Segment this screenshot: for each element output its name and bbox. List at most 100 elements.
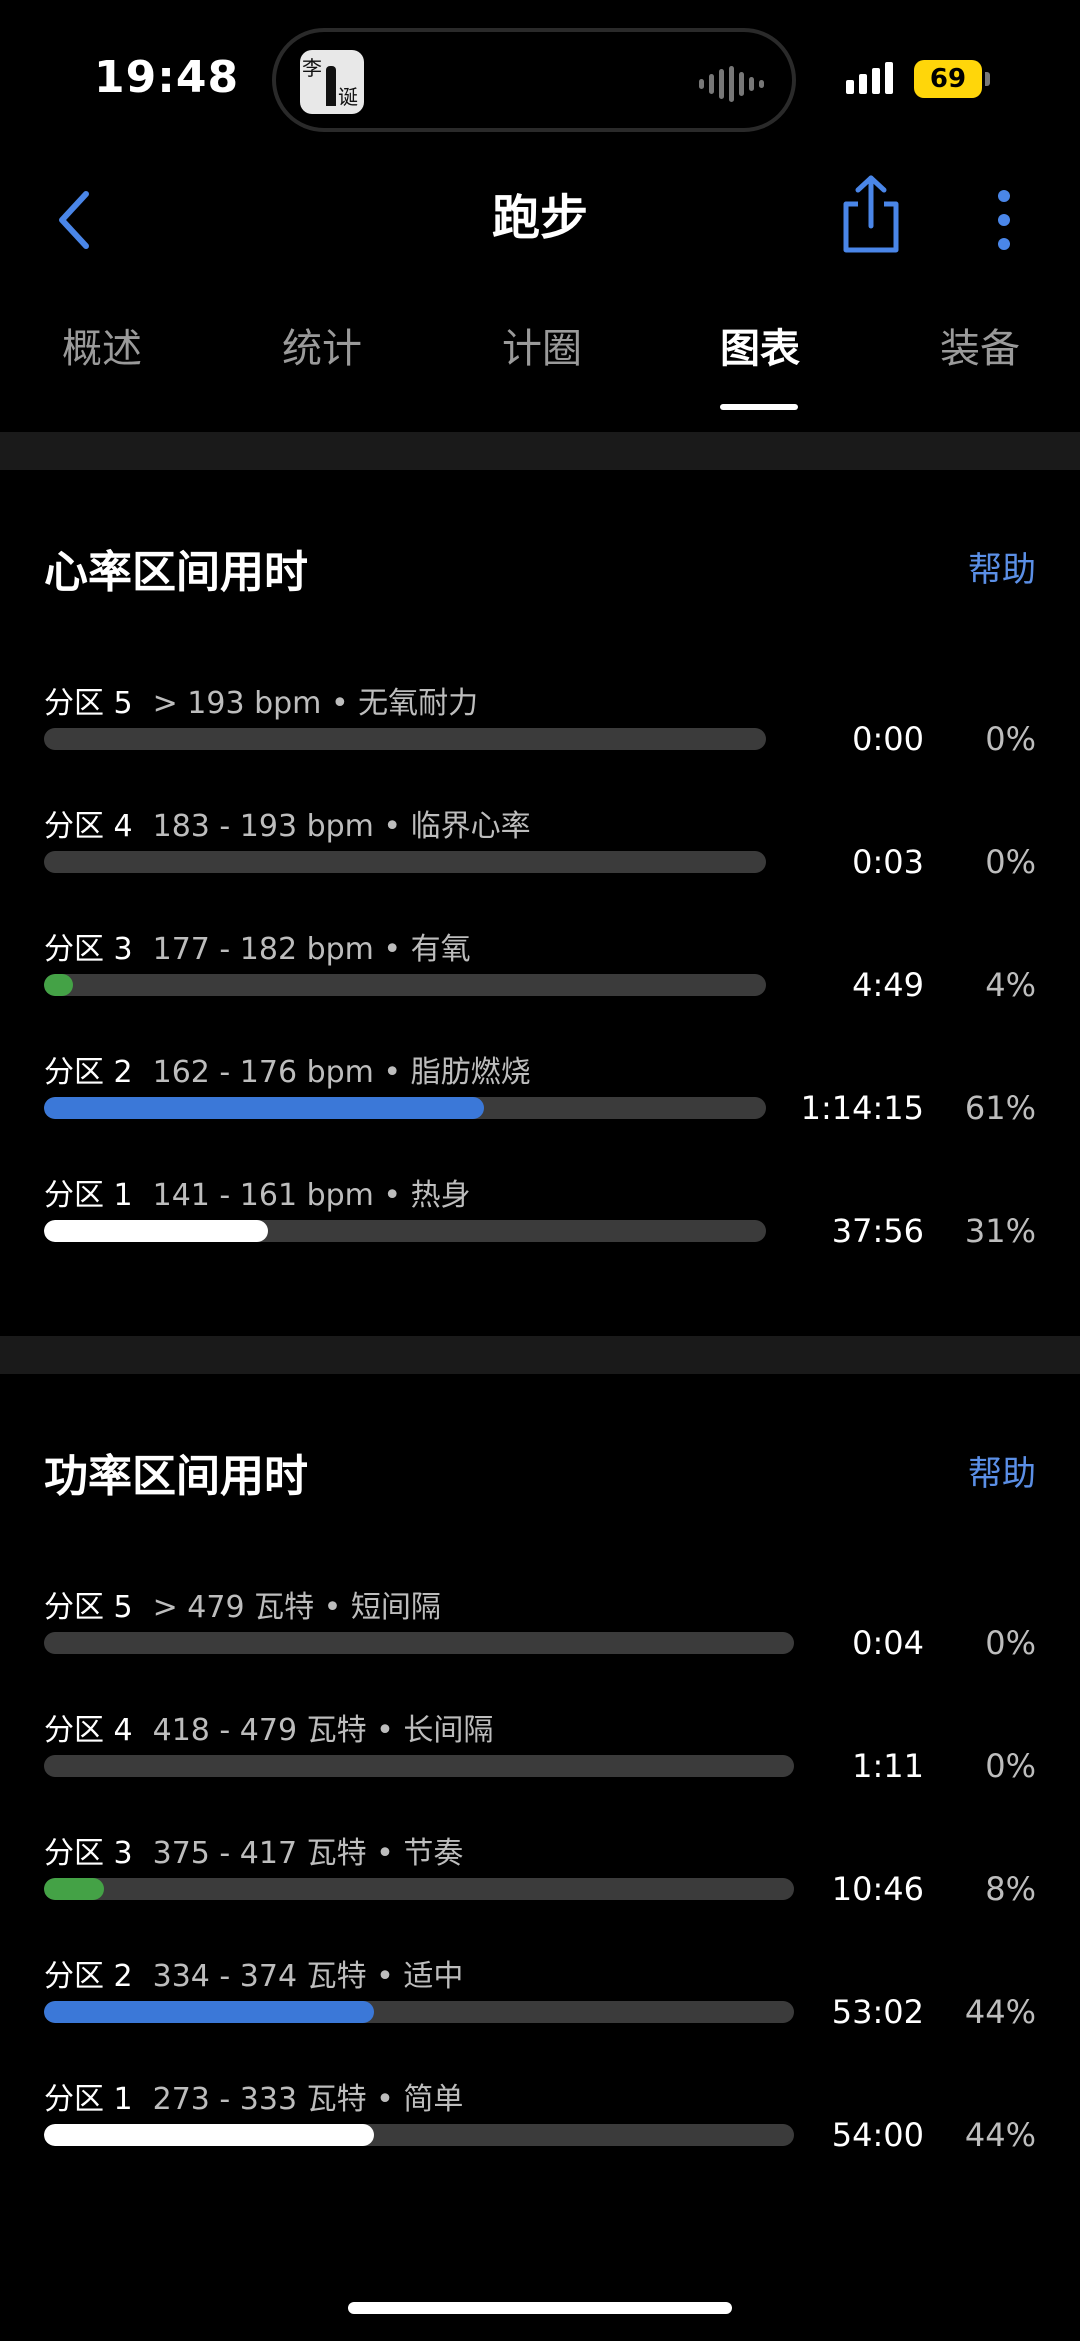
zone-percent: 44% xyxy=(964,1993,1036,2031)
zone-progress-track xyxy=(44,1097,766,1119)
nav-bar: 跑步 xyxy=(0,160,1080,280)
audio-waveform-icon xyxy=(699,66,764,102)
zone-row: 分区 3 177 - 182 bpm • 有氧 4:49 4% xyxy=(0,924,1080,1034)
cellular-signal-icon xyxy=(846,62,893,94)
zone-range: 162 - 176 bpm • 脂肪燃烧 xyxy=(152,1055,531,1090)
zone-row: 分区 2 334 - 374 瓦特 • 适中 53:02 44% xyxy=(0,1951,1080,2061)
zone-row: 分区 3 375 - 417 瓦特 • 节奏 10:46 8% xyxy=(0,1828,1080,1938)
tab-stats[interactable]: 统计 xyxy=(282,316,362,374)
zone-percent: 4% xyxy=(985,966,1036,1004)
zone-progress-track xyxy=(44,1632,794,1654)
zone-number: 分区 3 xyxy=(44,932,133,967)
zone-progress-track xyxy=(44,2124,794,2146)
zone-progress-track xyxy=(44,974,766,996)
power-help-link[interactable]: 帮助 xyxy=(968,1446,1036,1495)
zone-number: 分区 1 xyxy=(44,2082,133,2117)
tab-overview[interactable]: 概述 xyxy=(62,316,142,374)
zone-percent: 0% xyxy=(985,1624,1036,1662)
zone-row: 分区 1 141 - 161 bpm • 热身 37:56 31% xyxy=(0,1170,1080,1280)
zone-number: 分区 4 xyxy=(44,809,133,844)
zone-progress-track xyxy=(44,1755,794,1777)
zone-time: 1:11 xyxy=(852,1747,924,1785)
share-icon[interactable] xyxy=(836,170,906,260)
zone-number: 分区 4 xyxy=(44,1713,133,1748)
avatar-char-2: 诞 xyxy=(338,85,358,109)
zone-progress-fill xyxy=(44,974,73,996)
hr-help-link[interactable]: 帮助 xyxy=(968,542,1036,591)
zone-row: 分区 5 > 479 瓦特 • 短间隔 0:04 0% xyxy=(0,1582,1080,1692)
page-title: 跑步 xyxy=(491,190,588,246)
zone-row: 分区 1 273 - 333 瓦特 • 简单 54:00 44% xyxy=(0,2074,1080,2184)
zone-number: 分区 2 xyxy=(44,1959,133,1994)
tab-laps[interactable]: 计圈 xyxy=(502,316,582,374)
zone-progress-track xyxy=(44,728,766,750)
hr-zones-title: 心率区间用时 xyxy=(44,547,308,598)
avatar-char-1: 李 xyxy=(302,56,322,80)
zone-number: 分区 5 xyxy=(44,1590,133,1625)
zone-progress-fill xyxy=(44,1097,485,1119)
zone-range: 418 - 479 瓦特 • 长间隔 xyxy=(152,1713,494,1748)
zone-time: 0:03 xyxy=(852,843,924,881)
zone-range: 375 - 417 瓦特 • 节奏 xyxy=(152,1836,464,1871)
zone-progress-fill xyxy=(44,1220,268,1242)
zone-label: 分区 3 177 - 182 bpm • 有氧 xyxy=(44,924,471,968)
zone-percent: 0% xyxy=(985,843,1036,881)
zone-time: 0:00 xyxy=(852,720,924,758)
zone-progress-track xyxy=(44,1878,794,1900)
zone-number: 分区 1 xyxy=(44,1178,133,1213)
status-bar: 19:48 李 诞 69 xyxy=(0,0,1080,160)
zone-time: 54:00 xyxy=(831,2116,924,2154)
power-zones-title: 功率区间用时 xyxy=(44,1451,308,1502)
zone-progress-track xyxy=(44,1220,766,1242)
zone-label: 分区 3 375 - 417 瓦特 • 节奏 xyxy=(44,1828,463,1872)
tab-bar: 概述 统计 计圈 图表 装备 xyxy=(0,300,1080,420)
zone-range: > 193 bpm • 无氧耐力 xyxy=(152,686,479,721)
zone-time: 37:56 xyxy=(831,1212,924,1250)
zone-percent: 44% xyxy=(964,2116,1036,2154)
zone-percent: 31% xyxy=(964,1212,1036,1250)
status-time: 19:48 xyxy=(94,52,240,103)
zone-range: 177 - 182 bpm • 有氧 xyxy=(152,932,471,967)
zone-progress-track xyxy=(44,851,766,873)
avatar-figure xyxy=(326,66,336,106)
zone-progress-fill xyxy=(44,2124,374,2146)
zone-number: 分区 3 xyxy=(44,1836,133,1871)
zone-time: 0:04 xyxy=(852,1624,924,1662)
zone-percent: 0% xyxy=(985,1747,1036,1785)
zone-time: 4:49 xyxy=(852,966,924,1004)
section-divider xyxy=(0,1336,1080,1374)
zone-range: 334 - 374 瓦特 • 适中 xyxy=(152,1959,464,1994)
now-playing-avatar[interactable]: 李 诞 xyxy=(300,50,364,114)
zone-time: 10:46 xyxy=(831,1870,924,1908)
zone-range: > 479 瓦特 • 短间隔 xyxy=(152,1590,441,1625)
zone-percent: 8% xyxy=(985,1870,1036,1908)
zone-label: 分区 5 > 479 瓦特 • 短间隔 xyxy=(44,1582,441,1626)
zone-number: 分区 2 xyxy=(44,1055,133,1090)
zone-label: 分区 2 334 - 374 瓦特 • 适中 xyxy=(44,1951,463,1995)
zone-progress-track xyxy=(44,2001,794,2023)
tab-charts[interactable]: 图表 xyxy=(720,316,800,374)
zone-label: 分区 2 162 - 176 bpm • 脂肪燃烧 xyxy=(44,1047,531,1091)
zone-row: 分区 5 > 193 bpm • 无氧耐力 0:00 0% xyxy=(0,678,1080,788)
battery-icon: 69 xyxy=(914,60,990,98)
zone-label: 分区 5 > 193 bpm • 无氧耐力 xyxy=(44,678,478,722)
zone-number: 分区 5 xyxy=(44,686,133,721)
zone-range: 273 - 333 瓦特 • 简单 xyxy=(152,2082,464,2117)
dynamic-island[interactable]: 李 诞 xyxy=(272,28,796,132)
section-divider xyxy=(0,432,1080,470)
tab-gear[interactable]: 装备 xyxy=(940,316,1020,374)
home-indicator[interactable] xyxy=(348,2302,732,2314)
zone-row: 分区 4 418 - 479 瓦特 • 长间隔 1:11 0% xyxy=(0,1705,1080,1815)
zone-row: 分区 2 162 - 176 bpm • 脂肪燃烧 1:14:15 61% xyxy=(0,1047,1080,1157)
battery-level: 69 xyxy=(929,64,967,94)
zone-percent: 0% xyxy=(985,720,1036,758)
zone-progress-fill xyxy=(44,1878,104,1900)
zone-row: 分区 4 183 - 193 bpm • 临界心率 0:03 0% xyxy=(0,801,1080,911)
zone-label: 分区 4 418 - 479 瓦特 • 长间隔 xyxy=(44,1705,493,1749)
zone-range: 183 - 193 bpm • 临界心率 xyxy=(152,809,531,844)
zone-label: 分区 1 141 - 161 bpm • 热身 xyxy=(44,1170,471,1214)
zone-label: 分区 4 183 - 193 bpm • 临界心率 xyxy=(44,801,531,845)
more-options-icon[interactable] xyxy=(984,180,1024,260)
zone-time: 53:02 xyxy=(831,1993,924,2031)
active-tab-indicator xyxy=(720,404,798,410)
